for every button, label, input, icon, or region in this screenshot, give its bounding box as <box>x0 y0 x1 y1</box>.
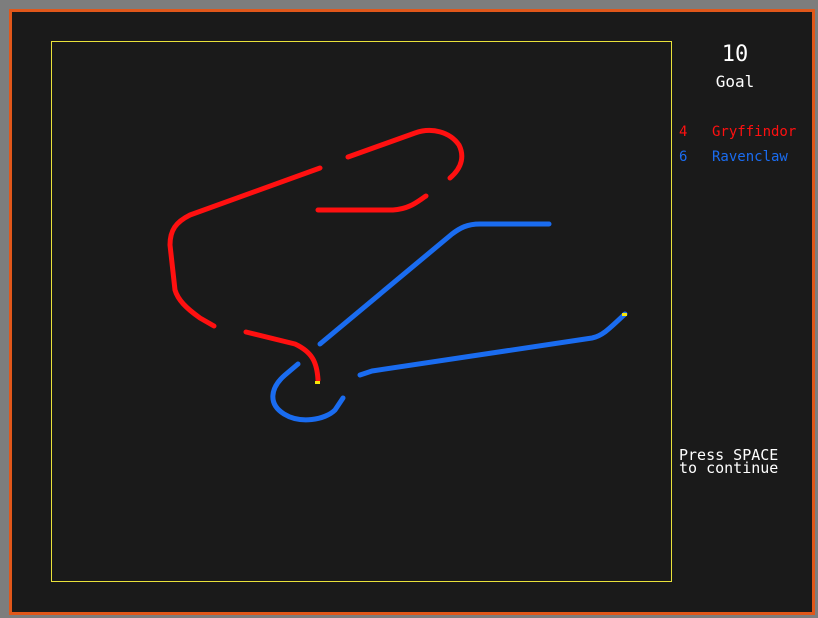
gryffindor-trail-segment <box>243 329 321 383</box>
ravenclaw-trail-segment <box>317 221 552 347</box>
continue-prompt-line-2: to continue <box>679 459 779 477</box>
game-window: 10 Goal 4 Gryffindor 6 Ravenclaw Press SPA… <box>0 0 818 618</box>
trails-layer <box>167 128 628 423</box>
ravenclaw-trail-segment <box>270 361 346 423</box>
scoreboard-row-ravenclaw: 6 Ravenclaw <box>679 149 788 165</box>
score-points: 4 <box>679 124 688 140</box>
ravenclaw-trail-segment <box>357 311 628 378</box>
gryffindor-trail-segment <box>345 128 465 181</box>
goal-label: Goal <box>715 72 755 91</box>
continue-prompt[interactable]: Press SPACE to continue <box>679 448 779 477</box>
gryffindor-trail-segment <box>315 193 429 213</box>
scoreboard-row-gryffindor: 4 Gryffindor <box>679 124 796 140</box>
team-name: Gryffindor <box>712 124 797 140</box>
goal-value: 10 <box>721 42 749 67</box>
team-name: Ravenclaw <box>712 149 788 165</box>
gryffindor-trail-segment <box>167 165 323 329</box>
score-points: 6 <box>679 149 688 165</box>
ravenclaw-player-head <box>622 313 627 316</box>
gryffindor-player-head <box>315 381 320 384</box>
